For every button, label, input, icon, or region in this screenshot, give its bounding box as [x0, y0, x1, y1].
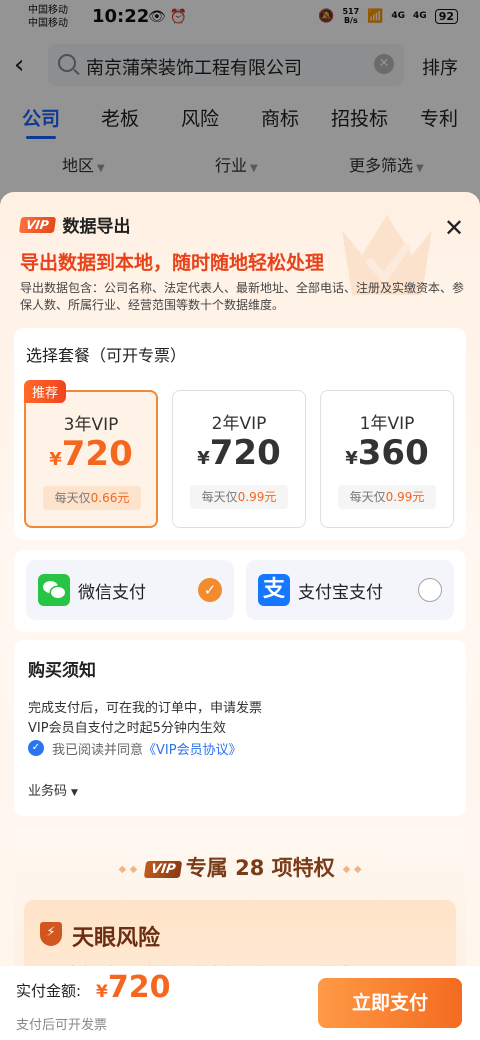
plan-name: 3年VIP — [63, 415, 119, 435]
plan-daily-price: 每天仅0.99元 — [338, 485, 436, 509]
alipay-radio[interactable] — [418, 578, 442, 602]
notice-line-invoice: 完成支付后，可在我的订单中，申请发票 — [28, 701, 263, 716]
pay-option-alipay[interactable]: 支 支付宝支付 — [246, 560, 454, 620]
diamond-icon: ◆ ◆ — [118, 863, 138, 875]
plan-daily-price: 每天仅0.99元 — [190, 485, 288, 509]
agreement-text: 我已阅读并同意《VIP会员协议》 — [52, 743, 242, 758]
vip-agreement-link[interactable]: 《VIP会员协议》 — [143, 743, 242, 758]
payment-footer: 实付金额: ¥720 支付后可开发票 立即支付 — [0, 966, 480, 1040]
agree-checkbox[interactable]: ✓ — [28, 740, 44, 756]
plans-card: 选择套餐（可开专票） 推荐 3年VIP ¥720 每天仅0.66元 2年VIP … — [14, 328, 466, 540]
plans-title: 选择套餐（可开专票） — [26, 346, 187, 365]
plan-price: ¥720 — [49, 434, 133, 474]
notice-title: 购买须知 — [28, 661, 96, 681]
wechat-icon — [38, 574, 70, 606]
pay-amount: ¥720 — [96, 970, 171, 1005]
plan-price: ¥360 — [345, 433, 429, 473]
notice-line-activation: VIP会员自支付之时起5分钟内生效 — [28, 721, 226, 736]
headline: 导出数据到本地，随时随地轻松处理 — [20, 252, 325, 274]
plan-name: 2年VIP — [211, 414, 267, 434]
wechat-radio-checked[interactable]: ✓ — [198, 578, 222, 602]
diamond-icon: ◆ ◆ — [342, 863, 362, 875]
export-description: 导出数据包含：公司名称、法定代表人、最新地址、全部电话、注册及实缴资本、参保人数… — [20, 281, 465, 312]
plan-name: 1年VIP — [359, 414, 415, 434]
alipay-label: 支付宝支付 — [298, 583, 383, 603]
recommend-tag: 推荐 — [24, 380, 67, 403]
pay-option-wechat[interactable]: 微信支付 ✓ — [26, 560, 234, 620]
alipay-icon: 支 — [258, 574, 290, 606]
sheet-title-text: 数据导出 — [62, 217, 131, 237]
plan-price: ¥720 — [197, 433, 281, 473]
plan-daily-price: 每天仅0.66元 — [43, 486, 141, 510]
plan-3-year[interactable]: 推荐 3年VIP ¥720 每天仅0.66元 — [24, 380, 158, 528]
privileges-title: ◆ ◆ VIP 专属 28 项特权 ◆ ◆ — [118, 856, 362, 880]
vip-export-sheet: ✕ VIP 数据导出 导出数据到本地，随时随地轻松处理 导出数据包含：公司名称、… — [0, 192, 480, 1040]
risk-title: 天眼风险 — [72, 926, 161, 951]
purchase-notice-card: 购买须知 完成支付后，可在我的订单中，申请发票 VIP会员自支付之时起5分钟内生… — [14, 640, 466, 816]
vip-badge: VIP — [144, 860, 183, 878]
invoice-note: 支付后可开发票 — [16, 1018, 108, 1033]
wechat-pay-label: 微信支付 — [78, 583, 146, 603]
sheet-title: VIP 数据导出 — [18, 212, 131, 237]
caret-down-icon: ▼ — [71, 788, 78, 798]
vip-badge: VIP — [18, 216, 56, 233]
payment-method-card: 微信支付 ✓ 支 支付宝支付 — [14, 550, 466, 632]
shield-icon: ⚡ — [40, 922, 62, 946]
pay-now-button[interactable]: 立即支付 — [318, 978, 462, 1028]
plan-2-year[interactable]: 2年VIP ¥720 每天仅0.99元 — [172, 390, 306, 528]
plan-1-year[interactable]: 1年VIP ¥360 每天仅0.99元 — [320, 390, 454, 528]
business-code-toggle[interactable]: 业务码 ▼ — [28, 780, 78, 799]
amount-label: 实付金额: — [16, 982, 82, 1000]
close-icon[interactable]: ✕ — [444, 216, 464, 240]
